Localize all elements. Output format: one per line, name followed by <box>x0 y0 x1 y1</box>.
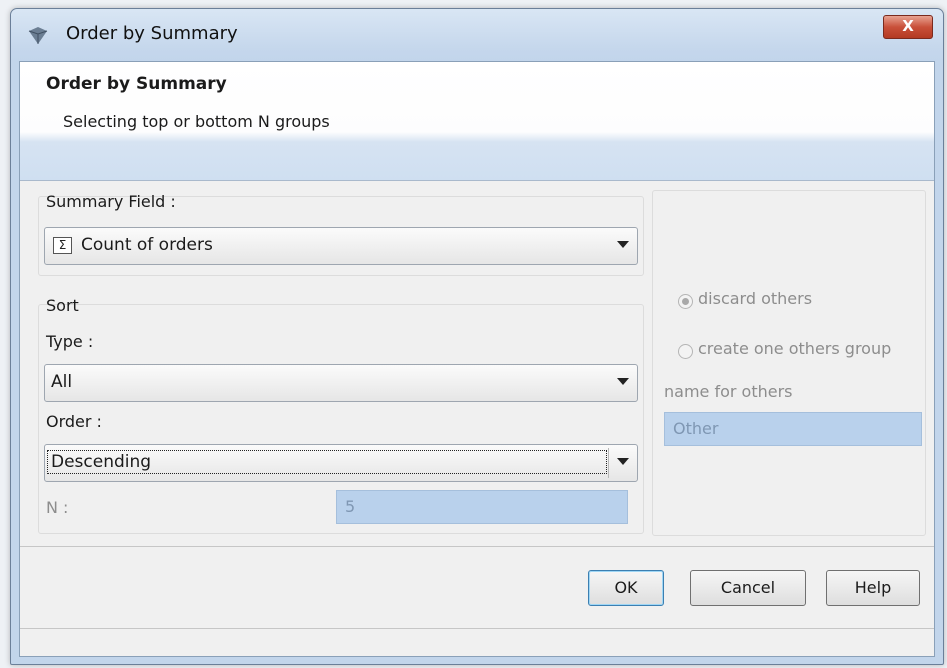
cancel-button[interactable]: Cancel <box>690 570 806 606</box>
close-icon: X <box>902 17 914 35</box>
type-select[interactable]: All <box>44 364 638 402</box>
order-value: Descending <box>47 450 607 474</box>
order-select[interactable]: Descending <box>44 444 638 482</box>
n-input[interactable]: 5 <box>336 490 628 524</box>
n-value: 5 <box>345 497 356 516</box>
dialog-header: Order by Summary Selecting top or bottom… <box>20 62 934 181</box>
name-for-others-label: name for others <box>664 382 793 401</box>
n-label: N : <box>46 498 69 517</box>
order-label: Order : <box>46 412 102 431</box>
others-group <box>652 190 926 536</box>
status-divider <box>20 628 934 629</box>
dropdown-separator <box>608 448 609 478</box>
title-bar[interactable]: Order by Summary X <box>11 9 943 61</box>
chevron-down-icon[interactable] <box>617 458 629 465</box>
divider <box>20 546 934 547</box>
create-others-group-radio[interactable] <box>678 344 693 359</box>
help-button[interactable]: Help <box>826 570 920 606</box>
type-value: All <box>51 372 73 392</box>
chevron-down-icon[interactable] <box>617 378 629 385</box>
summary-field-value: Count of orders <box>81 235 213 255</box>
dialog-body: Order by Summary Selecting top or bottom… <box>19 61 935 657</box>
header-subtitle: Selecting top or bottom N groups <box>63 112 330 131</box>
discard-others-label: discard others <box>698 289 813 308</box>
discard-others-radio[interactable] <box>678 294 693 309</box>
summary-field-label: Summary Field : <box>46 192 176 211</box>
create-others-group-label: create one others group <box>698 339 892 358</box>
window-title: Order by Summary <box>66 23 238 44</box>
dialog-window: Order by Summary X Order by Summary Sele… <box>10 8 944 665</box>
sort-label: Sort <box>46 296 79 315</box>
name-for-others-value: Other <box>673 419 719 438</box>
chevron-down-icon[interactable] <box>617 241 629 248</box>
name-for-others-input[interactable]: Other <box>664 412 922 446</box>
ok-button[interactable]: OK <box>588 570 664 606</box>
close-button[interactable]: X <box>883 15 933 39</box>
summary-field-select[interactable]: Σ Count of orders <box>44 227 638 265</box>
sigma-icon: Σ <box>53 237 72 254</box>
header-title: Order by Summary <box>46 74 227 94</box>
type-label: Type : <box>46 332 94 351</box>
app-logo-icon <box>28 27 48 44</box>
